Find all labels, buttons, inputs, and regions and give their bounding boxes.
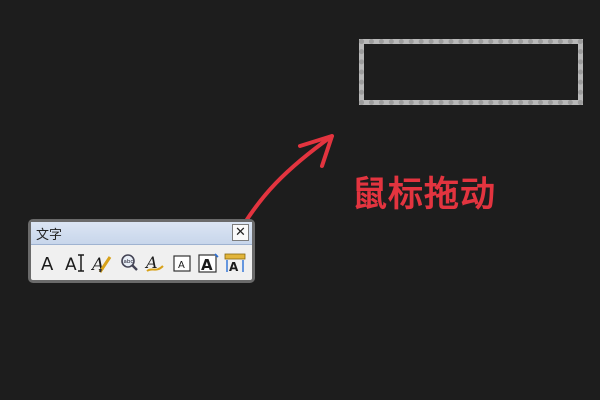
svg-text:A: A bbox=[178, 260, 185, 271]
svg-text:abc: abc bbox=[123, 259, 133, 265]
edit-text-icon: A bbox=[91, 255, 112, 274]
palette-title-bar[interactable]: 文字 ✕ bbox=[31, 222, 252, 245]
close-button[interactable]: ✕ bbox=[232, 224, 249, 241]
palette-title: 文字 bbox=[36, 228, 63, 243]
justify-text-button[interactable]: A bbox=[224, 251, 246, 275]
find-replace-button[interactable]: abc bbox=[118, 251, 140, 275]
svg-text:A: A bbox=[229, 260, 239, 274]
spell-check-button[interactable]: A bbox=[144, 251, 166, 275]
text-style-icon: A bbox=[173, 255, 191, 272]
justify-text-icon: A bbox=[224, 253, 246, 274]
text-toolbar-palette[interactable]: 文字 ✕ A A A abc A A A A bbox=[28, 219, 255, 283]
close-icon: ✕ bbox=[235, 225, 246, 240]
single-line-text-icon: A bbox=[41, 254, 54, 274]
scale-text-button[interactable]: A bbox=[197, 251, 219, 275]
svg-text:A: A bbox=[65, 255, 77, 274]
selection-rectangle bbox=[359, 39, 583, 105]
svg-text:A: A bbox=[201, 256, 213, 274]
spell-check-icon: A bbox=[144, 253, 164, 272]
find-replace-icon: abc bbox=[120, 254, 138, 271]
single-line-text-button[interactable]: A bbox=[38, 251, 60, 275]
multiline-text-icon: A bbox=[65, 254, 84, 274]
annotation-label: 鼠标拖动 bbox=[352, 175, 497, 215]
svg-text:A: A bbox=[41, 254, 54, 274]
multiline-text-button[interactable]: A bbox=[65, 251, 87, 275]
scale-text-icon: A bbox=[198, 253, 219, 274]
toolbar-buttons: A A A abc A A A A bbox=[38, 250, 246, 276]
text-style-button[interactable]: A bbox=[171, 251, 193, 275]
edit-text-button[interactable]: A bbox=[91, 251, 113, 275]
